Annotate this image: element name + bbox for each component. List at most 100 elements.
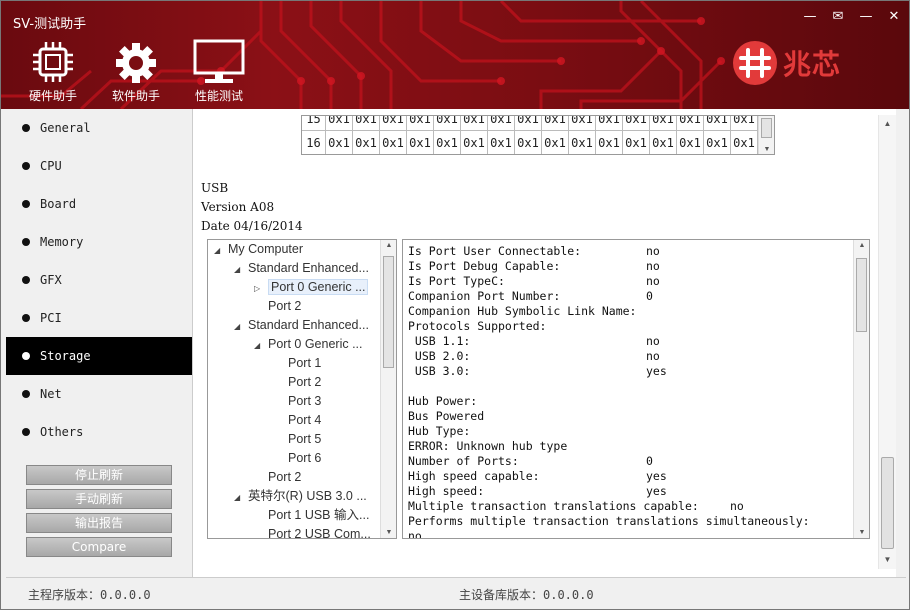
tree-node[interactable]: ◢ 英特尔(R) USB 3.0 ...: [234, 487, 367, 506]
table-cell[interactable]: 0x1: [407, 131, 434, 154]
tree-scrollbar[interactable]: ▲ ▼: [380, 240, 396, 538]
sidebar-item-board[interactable]: Board: [6, 185, 192, 223]
table-cell[interactable]: 0x1: [596, 131, 623, 154]
table-cell[interactable]: 0x1: [542, 131, 569, 154]
scroll-thumb[interactable]: [856, 258, 867, 332]
export-report-button[interactable]: 输出报告: [26, 513, 172, 533]
table-cell[interactable]: 0x1: [731, 116, 758, 131]
tree-node[interactable]: ◢ My Computer: [214, 240, 303, 259]
port-detail-text: no Performs multiple transaction translat…: [402, 239, 870, 539]
table-cell[interactable]: 0x1: [326, 116, 353, 131]
sidebar-item-general[interactable]: General: [6, 109, 192, 147]
sidebar-item-storage[interactable]: Storage: [6, 337, 192, 375]
message-icon[interactable]: ✉: [829, 9, 847, 25]
scroll-thumb[interactable]: [383, 256, 394, 368]
scroll-down-icon[interactable]: ▼: [879, 553, 896, 567]
detail-value: no: [730, 499, 744, 513]
scroll-up-icon[interactable]: ▲: [381, 242, 396, 249]
table-cell[interactable]: 0x1: [515, 131, 542, 154]
performance-test-button[interactable]: 性能测试: [184, 37, 254, 104]
table-cell[interactable]: 0x1: [461, 131, 488, 154]
tree-node[interactable]: ◢ Standard Enhanced...: [234, 316, 369, 335]
tree-node[interactable]: Port 1: [274, 354, 321, 373]
sidebar-item-cpu[interactable]: CPU: [6, 147, 192, 185]
expand-arrow-icon[interactable]: ◢: [234, 488, 248, 507]
table-cell[interactable]: 0x1: [650, 116, 677, 131]
software-assistant-button[interactable]: 软件助手: [101, 37, 171, 104]
tree-node[interactable]: ▷ Port 0 Generic ...: [254, 278, 369, 298]
table-cell[interactable]: 0x1: [380, 131, 407, 154]
table-cell[interactable]: 0x1: [677, 116, 704, 131]
content-scrollbar[interactable]: ▲ ▼: [878, 115, 896, 569]
detail-value: no: [646, 244, 660, 258]
table-cell[interactable]: 0x1: [704, 131, 731, 154]
table-cell[interactable]: 0x1: [542, 116, 569, 131]
close-button[interactable]: ✕: [885, 9, 903, 25]
scroll-up-icon[interactable]: ▲: [854, 242, 869, 249]
detail-key: no: [408, 529, 422, 539]
sidebar-item-label: Board: [40, 197, 77, 211]
compare-button[interactable]: Compare: [26, 537, 172, 557]
table-cell[interactable]: 0x1: [434, 116, 461, 131]
table-cell[interactable]: 0x1: [407, 116, 434, 131]
expand-arrow-icon[interactable]: ▷: [254, 279, 268, 298]
scroll-down-icon[interactable]: ▼: [759, 146, 774, 153]
table-cell[interactable]: 0x1: [461, 116, 488, 131]
grid-scrollbar[interactable]: ▼: [758, 116, 774, 154]
sidebar-item-others[interactable]: Others: [6, 413, 192, 451]
table-cell[interactable]: 0x1: [434, 131, 461, 154]
tree-node[interactable]: Port 5: [274, 430, 321, 449]
table-cell[interactable]: 0x1: [353, 116, 380, 131]
table-cell[interactable]: 0x1: [650, 131, 677, 154]
table-cell[interactable]: 0x1: [488, 116, 515, 131]
table-cell[interactable]: 0x1: [353, 131, 380, 154]
detail-scrollbar[interactable]: ▲ ▼: [853, 240, 869, 538]
minimize-button[interactable]: —: [857, 9, 875, 25]
tree-node[interactable]: Port 1 USB 输入...: [254, 506, 369, 525]
table-cell[interactable]: 0x1: [704, 116, 731, 131]
table-cell[interactable]: 0x1: [677, 131, 704, 154]
table-cell[interactable]: 0x1: [515, 116, 542, 131]
tree-node[interactable]: Port 3: [274, 392, 321, 411]
scroll-down-icon[interactable]: ▼: [854, 529, 869, 536]
table-cell[interactable]: 0x1: [731, 131, 758, 154]
tree-node-label: My Computer: [228, 242, 304, 256]
detail-key: Companion Hub Symbolic Link Name:: [408, 304, 637, 318]
tree-node[interactable]: Port 2: [254, 297, 301, 316]
tree-node[interactable]: Port 2 USB Com...: [254, 525, 371, 538]
scroll-down-icon[interactable]: ▼: [381, 529, 396, 536]
sidebar-item-pci[interactable]: PCI: [6, 299, 192, 337]
sidebar-item-label: Storage: [40, 349, 91, 363]
detail-key: Is Port User Connectable:: [408, 244, 582, 258]
scroll-thumb[interactable]: [761, 118, 772, 138]
expand-arrow-icon[interactable]: ◢: [214, 241, 228, 260]
table-cell[interactable]: 0x1: [326, 131, 353, 154]
scroll-up-icon[interactable]: ▲: [879, 117, 896, 131]
table-cell[interactable]: 0x1: [623, 116, 650, 131]
tree-node[interactable]: ◢ Standard Enhanced...: [234, 259, 369, 278]
tree-node[interactable]: Port 2: [274, 373, 321, 392]
tree-node[interactable]: ◢ Port 0 Generic ...: [254, 335, 362, 354]
table-cell[interactable]: 0x1: [569, 131, 596, 154]
stop-refresh-button[interactable]: 停止刷新: [26, 465, 172, 485]
minimize-to-tray-icon[interactable]: —: [801, 9, 819, 25]
tree-node[interactable]: Port 6: [274, 449, 321, 468]
sidebar-item-memory[interactable]: Memory: [6, 223, 192, 261]
tree-node-label: Port 1: [288, 356, 322, 370]
table-cell[interactable]: 0x1: [569, 116, 596, 131]
tree-node[interactable]: Port 2: [254, 468, 301, 487]
expand-arrow-icon[interactable]: ◢: [234, 260, 248, 279]
manual-refresh-button[interactable]: 手动刷新: [26, 489, 172, 509]
tree-node[interactable]: Port 4: [274, 411, 321, 430]
expand-arrow-icon[interactable]: ◢: [254, 336, 268, 355]
table-cell[interactable]: 0x1: [488, 131, 515, 154]
sidebar-item-gfx[interactable]: GFX: [6, 261, 192, 299]
table-cell[interactable]: 0x1: [623, 131, 650, 154]
hardware-assistant-button[interactable]: 硬件助手: [18, 37, 88, 104]
scroll-thumb[interactable]: [881, 457, 894, 549]
table-cell[interactable]: 0x1: [596, 116, 623, 131]
table-cell[interactable]: 0x1: [380, 116, 407, 131]
register-grid: 15 0x1 0x1 0x1 0x1 0x1 0x1 0x1 0x1 0x1 0x1 0x1 0x1 0x…: [301, 115, 775, 155]
expand-arrow-icon[interactable]: ◢: [234, 317, 248, 336]
sidebar-item-net[interactable]: Net: [6, 375, 192, 413]
